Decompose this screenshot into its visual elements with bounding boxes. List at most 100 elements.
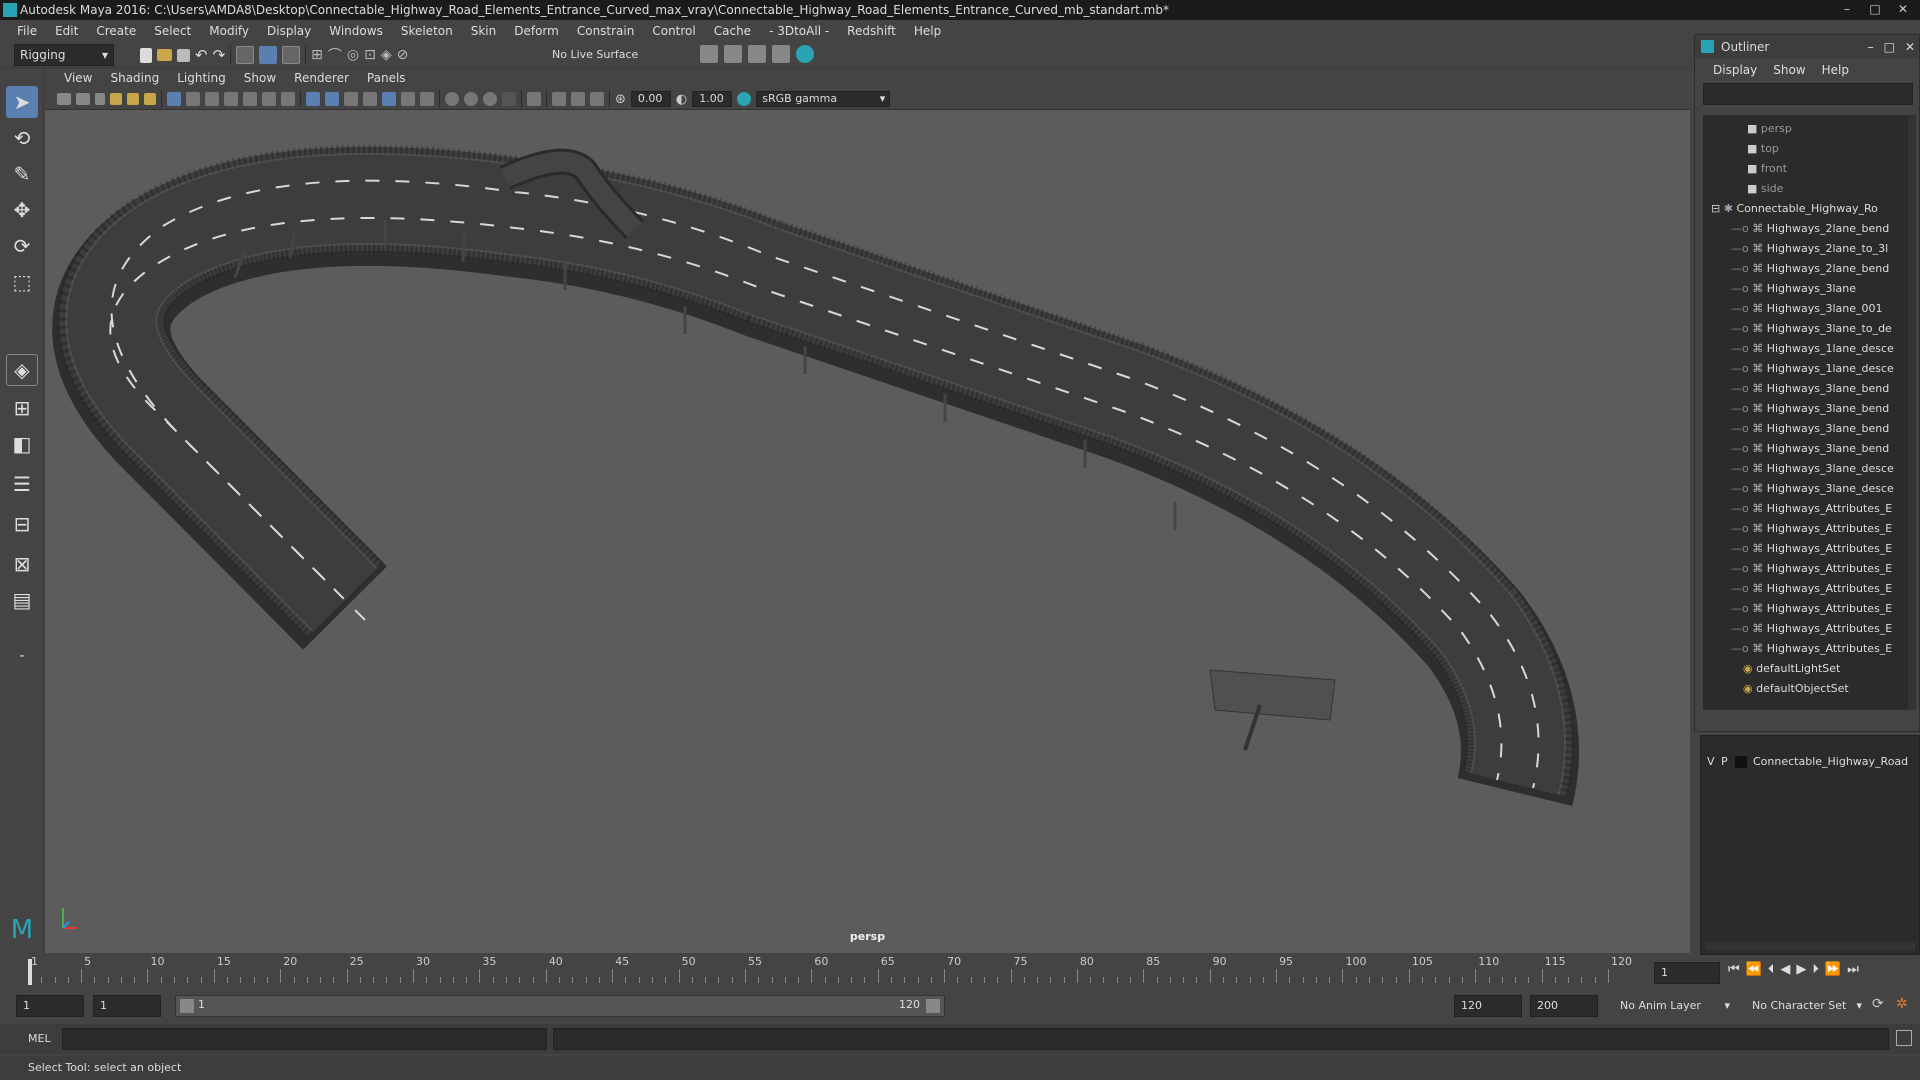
view-transform-dropdown[interactable]: sRGB gamma ▾ (756, 91, 891, 107)
xray-components-icon[interactable] (590, 92, 604, 106)
open-scene-icon[interactable] (157, 49, 172, 61)
time-slider[interactable]: 1 5 10 15 20 25 30 35 40 45 50 55 60 65 70 75 80 85 90 95 10… (20, 955, 1645, 987)
range-start-handle[interactable] (180, 999, 194, 1013)
tree-item-child[interactable]: —o ⌘ Highways_Attributes_E (1731, 499, 1892, 519)
tree-item-child[interactable]: —o ⌘ Highways_Attributes_E (1731, 619, 1892, 639)
auto-key-icon[interactable]: ⟳ (1872, 996, 1884, 1012)
menu-modify[interactable]: Modify (200, 24, 258, 38)
tree-item-child[interactable]: —o ⌘ Highways_2lane_bend (1731, 259, 1889, 279)
range-end-handle[interactable] (926, 999, 940, 1013)
menu-skeleton[interactable]: Skeleton (392, 24, 462, 38)
exposure-icon[interactable]: ⊛ (615, 92, 626, 107)
layer-row[interactable]: V P Connectable_Highway_Road (1701, 752, 1919, 772)
safe-title-icon[interactable] (281, 92, 295, 106)
tree-item-child[interactable]: —o ⌘ Highways_1lane_desce (1731, 359, 1894, 379)
snap-grid-icon[interactable]: ⊞ (311, 47, 323, 63)
hypershade-icon[interactable] (796, 45, 814, 63)
anim-prefs-icon[interactable]: ✲ (1896, 996, 1908, 1012)
render-view-icon[interactable] (700, 45, 718, 63)
menu-3dtoall[interactable]: - 3DtoAll - (760, 24, 838, 38)
panel-menu-shading[interactable]: Shading (101, 71, 168, 85)
select-component-icon[interactable] (282, 46, 301, 64)
menu-display[interactable]: Display (258, 24, 320, 38)
snap-surface-icon[interactable]: ◈ (381, 47, 392, 63)
tree-item-child[interactable]: —o ⌘ Highways_3lane_bend (1731, 439, 1889, 459)
outliner-scrollbar[interactable] (1908, 115, 1916, 710)
grease-pencil-icon[interactable] (144, 93, 156, 105)
scale-tool-icon[interactable]: ⬚ (6, 266, 38, 298)
camera-attr-icon[interactable] (76, 93, 90, 105)
layout-graph-icon[interactable]: ⊟ (6, 508, 38, 540)
redo-icon[interactable]: ↷ (213, 46, 226, 64)
save-scene-icon[interactable] (177, 48, 190, 62)
gamma-icon[interactable]: ◐ (676, 92, 687, 107)
script-editor-icon[interactable] (1896, 1030, 1912, 1046)
menu-create[interactable]: Create (87, 24, 145, 38)
tree-item-child[interactable]: —o ⌘ Highways_3lane_desce (1731, 459, 1894, 479)
play-forward-icon[interactable]: ▶ (1796, 962, 1806, 977)
smooth-shade-icon[interactable] (325, 92, 339, 106)
tree-item-child[interactable]: —o ⌘ Highways_3lane_to_de (1731, 319, 1892, 339)
xray-joints-icon[interactable] (571, 92, 585, 106)
layer-scrollbar[interactable] (1705, 942, 1915, 950)
snap-view-icon[interactable]: ⊡ (364, 47, 376, 63)
panel-menu-view[interactable]: View (55, 71, 101, 85)
field-chart-icon[interactable] (243, 92, 257, 106)
layer-visibility-toggle[interactable]: V (1707, 752, 1715, 772)
outliner-menu-display[interactable]: Display (1705, 63, 1765, 77)
outliner-minimize-button[interactable]: – (1868, 35, 1874, 59)
rotate-tool-icon[interactable]: ⟳ (6, 230, 38, 262)
bookmark-icon[interactable] (95, 93, 105, 105)
tree-item-child[interactable]: —o ⌘ Highways_Attributes_E (1731, 639, 1892, 659)
tree-item-front[interactable]: ■ front (1747, 159, 1787, 179)
outliner-close-button[interactable]: ✕ (1905, 35, 1915, 59)
playback-end-field[interactable]: 120 (1454, 995, 1522, 1017)
outliner-tree[interactable]: ■ persp ■ top ■ front ■ side ⊟ ✱ Connect… (1703, 115, 1913, 710)
layout-custom-icon[interactable]: ▤ (6, 584, 38, 616)
menu-windows[interactable]: Windows (320, 24, 392, 38)
tree-item-child[interactable]: —o ⌘ Highways_2lane_bend (1731, 219, 1889, 239)
depth-of-field-icon[interactable] (502, 92, 516, 106)
snap-plane-icon[interactable]: ⊘ (397, 47, 409, 63)
menu-constrain[interactable]: Constrain (568, 24, 644, 38)
use-all-lights-icon[interactable] (401, 92, 415, 106)
new-scene-icon[interactable] (140, 47, 152, 63)
grid-toggle-icon[interactable] (167, 92, 181, 106)
tree-item-child[interactable]: —o ⌘ Highways_Attributes_E (1731, 519, 1892, 539)
outliner-search-input[interactable] (1703, 83, 1913, 105)
gate-mask-icon[interactable] (224, 92, 238, 106)
end-time-field[interactable]: 200 (1530, 995, 1598, 1017)
gamma-field[interactable]: 1.00 (692, 91, 733, 107)
anim-layer-dropdown[interactable]: No Anim Layer ▾ (1620, 995, 1730, 1017)
menu-deform[interactable]: Deform (505, 24, 568, 38)
tree-item-child[interactable]: —o ⌘ Highways_3lane_001 (1731, 299, 1883, 319)
layout-four-icon[interactable]: ⊞ (6, 392, 38, 424)
snap-curve-icon[interactable]: ⌒ (328, 45, 342, 65)
menu-redshift[interactable]: Redshift (838, 24, 905, 38)
current-frame-marker[interactable] (28, 959, 32, 985)
menu-skin[interactable]: Skin (462, 24, 506, 38)
tree-item-default-object-set[interactable]: ◉ defaultObjectSet (1743, 679, 1849, 699)
menu-control[interactable]: Control (643, 24, 704, 38)
minimize-button[interactable]: – (1834, 0, 1860, 18)
outliner-menu-show[interactable]: Show (1765, 63, 1813, 77)
menu-help[interactable]: Help (905, 24, 950, 38)
start-time-field[interactable]: 1 (16, 995, 84, 1017)
viewport-persp[interactable]: persp (45, 110, 1690, 953)
wireframe-icon[interactable] (306, 92, 320, 106)
tree-item-child[interactable]: —o ⌘ Highways_3lane (1731, 279, 1856, 299)
menu-file[interactable]: File (8, 24, 46, 38)
collapse-icon[interactable]: ⊟ (1711, 202, 1724, 215)
mel-label[interactable]: MEL (28, 1032, 51, 1045)
tree-item-child[interactable]: —o ⌘ Highways_Attributes_E (1731, 559, 1892, 579)
tree-item-child[interactable]: —o ⌘ Highways_Attributes_E (1731, 599, 1892, 619)
tree-item-side[interactable]: ■ side (1747, 179, 1783, 199)
layout-hypershade-icon[interactable]: ⊠ (6, 548, 38, 580)
shadows-icon[interactable] (420, 92, 434, 106)
image-plane-icon[interactable] (110, 93, 122, 105)
menu-edit[interactable]: Edit (46, 24, 87, 38)
tree-item-child[interactable]: —o ⌘ Highways_Attributes_E (1731, 539, 1892, 559)
tree-item-top[interactable]: ■ top (1747, 139, 1779, 159)
tree-item-child[interactable]: —o ⌘ Highways_2lane_to_3l (1731, 239, 1888, 259)
tree-item-root[interactable]: ⊟ ✱ Connectable_Highway_Ro (1711, 199, 1878, 219)
